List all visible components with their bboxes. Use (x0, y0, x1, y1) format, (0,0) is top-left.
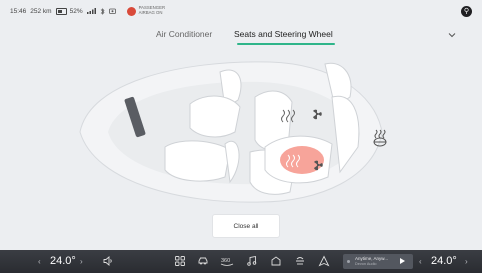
airbag-status: PASSENGER AIRBAG ON (126, 6, 165, 16)
airbag-icon (126, 6, 136, 16)
media-artist: Devon Audio (355, 262, 377, 266)
bottom-dock: ‹ 24.0° › 360 Anytime, Anyw... Devon Aud… (0, 250, 482, 273)
battery-percent: 52% (69, 7, 83, 15)
360-view-icon[interactable]: 360 (220, 255, 234, 267)
temp-right-increase[interactable]: › (465, 257, 468, 266)
temp-right-decrease[interactable]: ‹ (419, 257, 422, 266)
home-icon[interactable] (270, 255, 282, 267)
volume-icon[interactable] (102, 255, 114, 267)
temp-left[interactable]: 24.0° (50, 255, 76, 267)
profile-icon[interactable]: ⚲ (461, 6, 472, 17)
battery-status: 52% (55, 7, 83, 15)
temp-right[interactable]: 24.0° (431, 255, 457, 267)
temp-left-increase[interactable]: › (80, 257, 83, 266)
status-time: 15:46 (10, 7, 27, 15)
chevron-down-icon[interactable] (447, 30, 457, 40)
play-icon[interactable] (400, 258, 405, 264)
tab-seats-steering[interactable]: Seats and Steering Wheel (234, 29, 333, 39)
music-icon[interactable] (246, 255, 258, 267)
battery-icon (55, 7, 67, 15)
tab-bar: Air Conditioner Seats and Steering Wheel (0, 29, 482, 47)
tab-air-conditioner[interactable]: Air Conditioner (156, 29, 212, 39)
close-all-button[interactable]: Close all (212, 214, 280, 238)
status-range: 252 km (30, 7, 52, 15)
navigation-icon[interactable] (318, 255, 330, 267)
bluetooth-icon (100, 7, 105, 15)
media-title: Anytime, Anyw... (355, 256, 389, 261)
car-icon[interactable] (197, 255, 209, 267)
camera-icon (108, 8, 117, 14)
signal-icon (86, 8, 96, 14)
media-source-icon (347, 260, 350, 263)
apps-grid-icon[interactable] (174, 255, 186, 267)
fan-icon[interactable] (294, 255, 306, 267)
active-tab-indicator (237, 43, 335, 45)
car-cabin-illustration (79, 61, 387, 203)
airbag-line2: AIRBAG ON (138, 10, 163, 15)
status-bar: 15:46 252 km 52% PASSENGER AIRBAG ON (0, 0, 482, 22)
temp-left-decrease[interactable]: ‹ (38, 257, 41, 266)
media-widget[interactable]: Anytime, Anyw... Devon Audio (343, 254, 413, 269)
svg-text:360: 360 (221, 258, 230, 264)
